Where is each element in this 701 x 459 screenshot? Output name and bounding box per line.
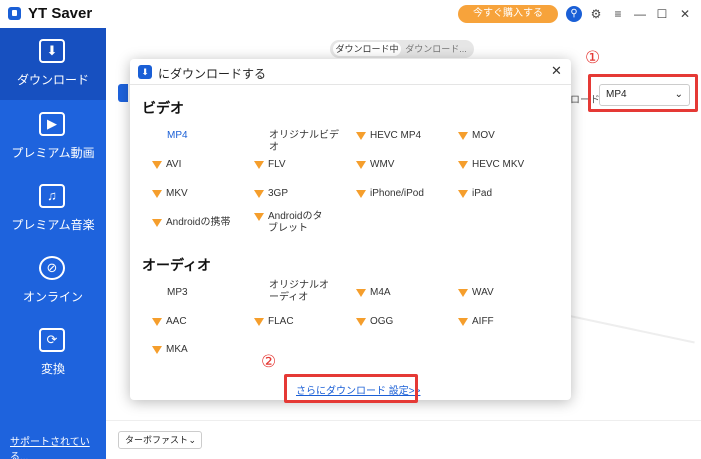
maximize-icon[interactable]: ☐ xyxy=(654,6,670,22)
format-option-original-audio[interactable]: オリジナルオーディオ xyxy=(269,280,365,304)
premium-crown-icon xyxy=(356,132,366,140)
premium-crown-icon xyxy=(356,318,366,326)
premium-crown-icon xyxy=(458,161,468,169)
download-format-dialog: ⬇ にダウンロードする ✕ ビデオ MP4 オリジナルビデオ HEVC MP4 … xyxy=(130,59,571,400)
convert-icon: ⟳ xyxy=(39,328,65,352)
video-play-icon: ▶ xyxy=(39,112,65,136)
premium-crown-icon xyxy=(152,318,162,326)
supported-sites-link[interactable]: サポートされている... xyxy=(10,433,106,459)
format-option-android-phone[interactable]: Androidの携帯 xyxy=(152,217,248,230)
premium-crown-icon xyxy=(152,161,162,169)
format-option-ogg[interactable]: OGG xyxy=(356,316,452,329)
format-option-hevc-mkv[interactable]: HEVC MKV xyxy=(458,159,554,172)
minimize-icon[interactable]: — xyxy=(632,6,648,22)
buy-now-button[interactable]: 今すぐ購入する xyxy=(458,5,558,23)
premium-crown-icon xyxy=(356,190,366,198)
chevron-down-icon: ⌄ xyxy=(188,435,196,445)
sidebar-item-premium-music[interactable]: ♫ プレミアム音楽 xyxy=(0,172,106,244)
format-option-ipad[interactable]: iPad xyxy=(458,188,554,201)
premium-crown-icon xyxy=(458,289,468,297)
audio-section-title: オーディオ xyxy=(142,257,212,273)
annotation-marker-2: ② xyxy=(261,352,277,371)
sidebar-item-download[interactable]: ⬇ ダウンロード xyxy=(0,28,106,100)
sidebar: ⬇ ダウンロード ▶ プレミアム動画 ♫ プレミアム音楽 ⊘ オンライン ⟳ 変… xyxy=(0,28,106,459)
download-tabs: ダウンロード中 ダウンロード... xyxy=(330,40,474,58)
premium-crown-icon xyxy=(356,161,366,169)
paste-url-button[interactable] xyxy=(118,84,128,102)
format-option-original-video[interactable]: オリジナルビデオ xyxy=(269,130,365,154)
menu-icon[interactable]: ≡ xyxy=(610,6,626,22)
background-decoration xyxy=(567,314,695,344)
format-option-android-tablet[interactable]: Androidのタブレット xyxy=(254,211,350,235)
format-option-mp3[interactable]: MP3 xyxy=(167,287,263,300)
format-option-hevc-mp4[interactable]: HEVC MP4 xyxy=(356,130,452,143)
format-option-3gp[interactable]: 3GP xyxy=(254,188,350,201)
app-logo-icon xyxy=(8,7,21,20)
close-icon[interactable]: ✕ xyxy=(551,64,562,78)
format-option-flac[interactable]: FLAC xyxy=(254,316,350,329)
music-note-icon: ♫ xyxy=(39,184,65,208)
premium-crown-icon xyxy=(152,219,162,227)
premium-crown-icon xyxy=(458,190,468,198)
format-option-avi[interactable]: AVI xyxy=(152,159,248,172)
speed-mode-select[interactable]: ターボファスト ⌄ xyxy=(118,431,202,449)
premium-crown-icon xyxy=(254,190,264,198)
dialog-title: にダウンロードする xyxy=(158,67,267,81)
format-option-mp4[interactable]: MP4 xyxy=(167,130,263,143)
sidebar-item-label: プレミアム音楽 xyxy=(11,218,95,232)
gear-icon[interactable]: ⚙ xyxy=(588,6,604,22)
premium-crown-icon xyxy=(458,318,468,326)
sidebar-item-online[interactable]: ⊘ オンライン xyxy=(0,244,106,316)
format-option-aac[interactable]: AAC xyxy=(152,316,248,329)
video-section-title: ビデオ xyxy=(142,100,184,116)
download-icon: ⬇ xyxy=(138,65,152,79)
premium-crown-icon xyxy=(458,132,468,140)
premium-crown-icon xyxy=(254,161,264,169)
format-option-aiff[interactable]: AIFF xyxy=(458,316,554,329)
sidebar-item-label: 変換 xyxy=(40,362,65,376)
format-option-mka[interactable]: MKA xyxy=(152,344,248,357)
format-option-mov[interactable]: MOV xyxy=(458,130,554,143)
premium-crown-icon xyxy=(254,213,264,221)
app-title: YT Saver xyxy=(28,5,93,22)
annotation-marker-1: ① xyxy=(585,48,601,67)
annotation-box-format-select xyxy=(588,74,698,112)
sidebar-item-label: プレミアム動画 xyxy=(11,146,95,160)
globe-icon: ⊘ xyxy=(39,256,65,280)
format-option-flv[interactable]: FLV xyxy=(254,159,350,172)
sidebar-item-label: オンライン xyxy=(22,290,83,304)
divider xyxy=(106,420,701,421)
premium-crown-icon xyxy=(254,318,264,326)
premium-crown-icon xyxy=(152,190,162,198)
sidebar-item-convert[interactable]: ⟳ 変換 xyxy=(0,316,106,388)
format-option-m4a[interactable]: M4A xyxy=(356,287,452,300)
format-option-mkv[interactable]: MKV xyxy=(152,188,248,201)
tab-downloaded[interactable]: ダウンロード... xyxy=(402,42,470,56)
format-option-iphone[interactable]: iPhone/iPod xyxy=(356,188,452,201)
format-option-wav[interactable]: WAV xyxy=(458,287,554,300)
sidebar-item-label: ダウンロード xyxy=(16,73,89,87)
speed-mode-value: ターボファスト xyxy=(125,435,189,445)
premium-crown-icon xyxy=(152,346,162,354)
format-option-wmv[interactable]: WMV xyxy=(356,159,452,172)
dialog-header: ⬇ にダウンロードする ✕ xyxy=(130,59,571,85)
search-icon[interactable]: ⚲ xyxy=(566,6,582,22)
annotation-box-more-settings xyxy=(284,374,418,403)
tab-downloading[interactable]: ダウンロード中 xyxy=(333,42,401,56)
close-icon[interactable]: ✕ xyxy=(677,6,693,22)
title-bar: YT Saver 今すぐ購入する ⚲ ⚙ ≡ — ☐ ✕ xyxy=(0,0,701,28)
download-icon: ⬇ xyxy=(39,39,65,63)
premium-crown-icon xyxy=(356,289,366,297)
sidebar-item-premium-video[interactable]: ▶ プレミアム動画 xyxy=(0,100,106,172)
